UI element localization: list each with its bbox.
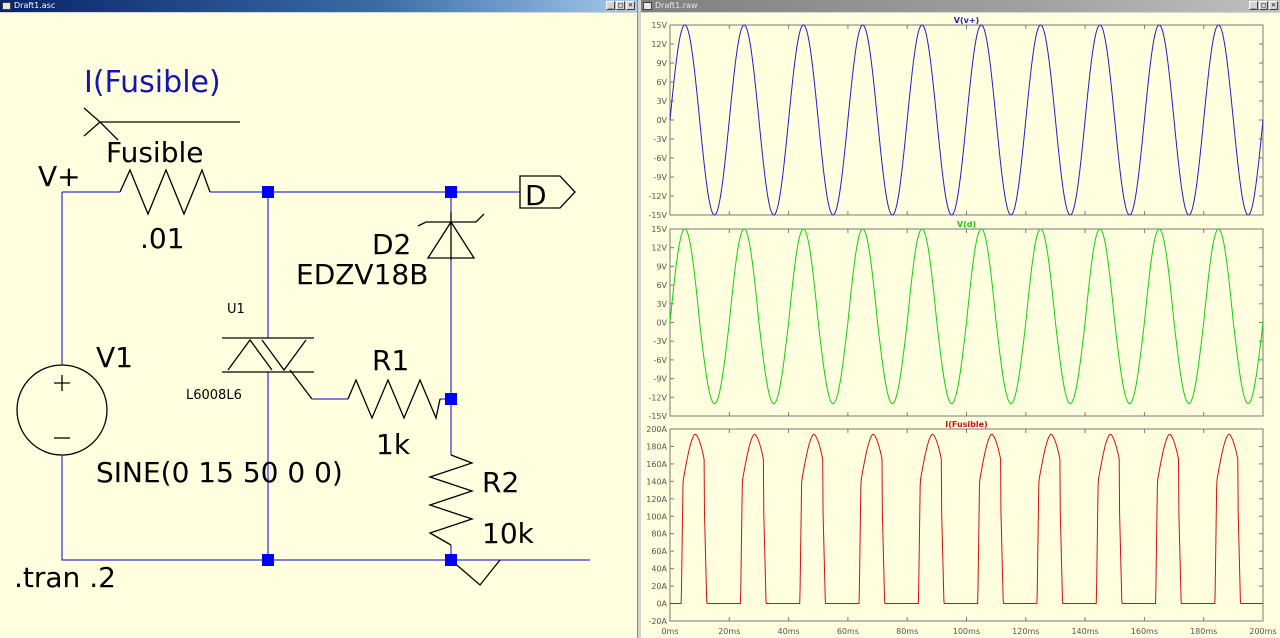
y-tick-label: 0A (656, 600, 667, 609)
y-tick-label: 0V (656, 319, 667, 328)
r1-resistor-symbol (347, 378, 441, 421)
y-tick-label: 20A (651, 582, 667, 591)
tran-directive: .tran .2 (14, 561, 116, 594)
x-tick-label: 140ms (1071, 627, 1098, 636)
y-tick-label: 15V (651, 225, 667, 234)
minimize-button[interactable]: _ (606, 1, 615, 10)
x-tick-label: 180ms (1190, 627, 1217, 636)
schematic-window: Draft1.asc _ □ × I(Fusible) Fusible .01 … (0, 0, 638, 638)
y-tick-label: 160A (646, 460, 667, 469)
y-tick-label: 100A (646, 512, 667, 521)
r1-value: 1k (376, 428, 411, 461)
y-tick-label: 3V (656, 97, 667, 106)
y-tick-label: 80A (651, 530, 667, 539)
trace-title: V(d) (957, 220, 976, 229)
close-button[interactable]: × (626, 1, 635, 10)
probe-label: I(Fusible) (84, 65, 221, 100)
r2-value: 10k (482, 517, 535, 550)
y-tick-label: -20A (648, 617, 667, 626)
plot-pane-frame (669, 428, 1264, 622)
x-tick-label: 80ms (896, 627, 918, 636)
x-tick-label: 120ms (1012, 627, 1039, 636)
y-tick-label: -12V (648, 192, 667, 201)
x-tick-label: 100ms (953, 627, 980, 636)
minimize-button[interactable]: _ (1249, 1, 1258, 10)
y-tick-label: -3V (654, 135, 668, 144)
y-tick-label: 12V (651, 244, 667, 253)
y-tick-label: 12V (651, 40, 667, 49)
x-tick-label: 40ms (778, 627, 800, 636)
y-tick-label: 15V (651, 21, 667, 30)
junction-dot (262, 554, 274, 566)
y-tick-label: 40A (651, 565, 667, 574)
r2-resistor-symbol (427, 454, 475, 546)
y-tick-label: -15V (648, 412, 667, 421)
diode-name: D2 (372, 228, 411, 261)
waveform-window: Draft1.raw _ □ × 15V 12V 9V 6V 3V 0V -3V -6V -9V… (641, 0, 1280, 638)
x-tick-label: 60ms (837, 627, 859, 636)
window-icon (643, 2, 652, 10)
y-tick-label: 0V (656, 116, 667, 125)
y-tick-label: 180A (646, 442, 667, 451)
junction-dot (262, 186, 274, 198)
diode-model: EDZV18B (296, 258, 428, 291)
triac-model: L6008L6 (186, 388, 242, 403)
junction-dot (445, 186, 457, 198)
source-value: SINE(0 15 50 0 0) (96, 456, 343, 489)
r2-name: R2 (482, 466, 519, 499)
y-tick-label: 9V (656, 59, 667, 68)
x-tick-label: 0ms (661, 627, 678, 636)
plot-area[interactable]: 15V 12V 9V 6V 3V 0V -3V -6V -9V -12V -15V V(v+) 15V 1… (641, 13, 1280, 638)
maximize-button[interactable]: □ (616, 1, 625, 10)
maximize-button[interactable]: □ (1259, 1, 1268, 10)
fuse-name: Fusible (106, 136, 203, 169)
x-tick-label: 160ms (1131, 627, 1158, 636)
window-icon (2, 2, 11, 10)
node-vplus-label: V+ (38, 160, 81, 193)
fuse-resistor-symbol (119, 168, 211, 216)
trace-title: I(Fusible) (945, 420, 987, 429)
close-button[interactable]: × (1269, 1, 1278, 10)
y-tick-label: 200A (646, 425, 667, 434)
y-tick-label: -9V (654, 173, 668, 182)
schematic-canvas[interactable]: I(Fusible) Fusible .01 V+ D D2 EDZV18B U… (0, 13, 637, 638)
y-tick-label: -6V (654, 154, 668, 163)
schematic-titlebar[interactable]: Draft1.asc _ □ × (0, 0, 637, 12)
waveform-titlebar[interactable]: Draft1.raw _ □ × (641, 0, 1280, 12)
trace-title: V(v+) (954, 16, 979, 25)
y-tick-label: -6V (654, 356, 668, 365)
y-tick-label: 60A (651, 547, 667, 556)
y-tick-label: 3V (656, 300, 667, 309)
y-tick-label: 120A (646, 495, 667, 504)
y-tick-label: -12V (648, 393, 667, 402)
y-tick-label: -3V (654, 337, 668, 346)
schematic-window-title: Draft1.asc (14, 1, 56, 10)
y-tick-label: -15V (648, 211, 667, 220)
waveform-window-title: Draft1.raw (655, 1, 698, 10)
waveform-plots[interactable]: 15V 12V 9V 6V 3V 0V -3V -6V -9V -12V -15V V(v+) 15V 1… (641, 13, 1280, 638)
y-tick-label: 6V (656, 78, 667, 87)
x-tick-label: 200ms (1249, 627, 1276, 636)
ground-symbol (450, 559, 501, 586)
y-tick-label: -9V (654, 375, 668, 384)
voltage-source-plus (54, 375, 70, 391)
source-name: V1 (96, 341, 133, 374)
y-tick-label: 9V (656, 262, 667, 271)
y-tick-label: 140A (646, 477, 667, 486)
zener-diode-symbol (417, 212, 485, 260)
flag-d-label: D (525, 179, 547, 212)
y-tick-label: 6V (656, 281, 667, 290)
x-tick-label: 20ms (718, 627, 740, 636)
r1-name: R1 (372, 344, 409, 377)
junction-dot (445, 554, 457, 566)
triac-name: U1 (227, 302, 245, 317)
fuse-value: .01 (140, 222, 185, 255)
junction-dot (445, 393, 457, 405)
